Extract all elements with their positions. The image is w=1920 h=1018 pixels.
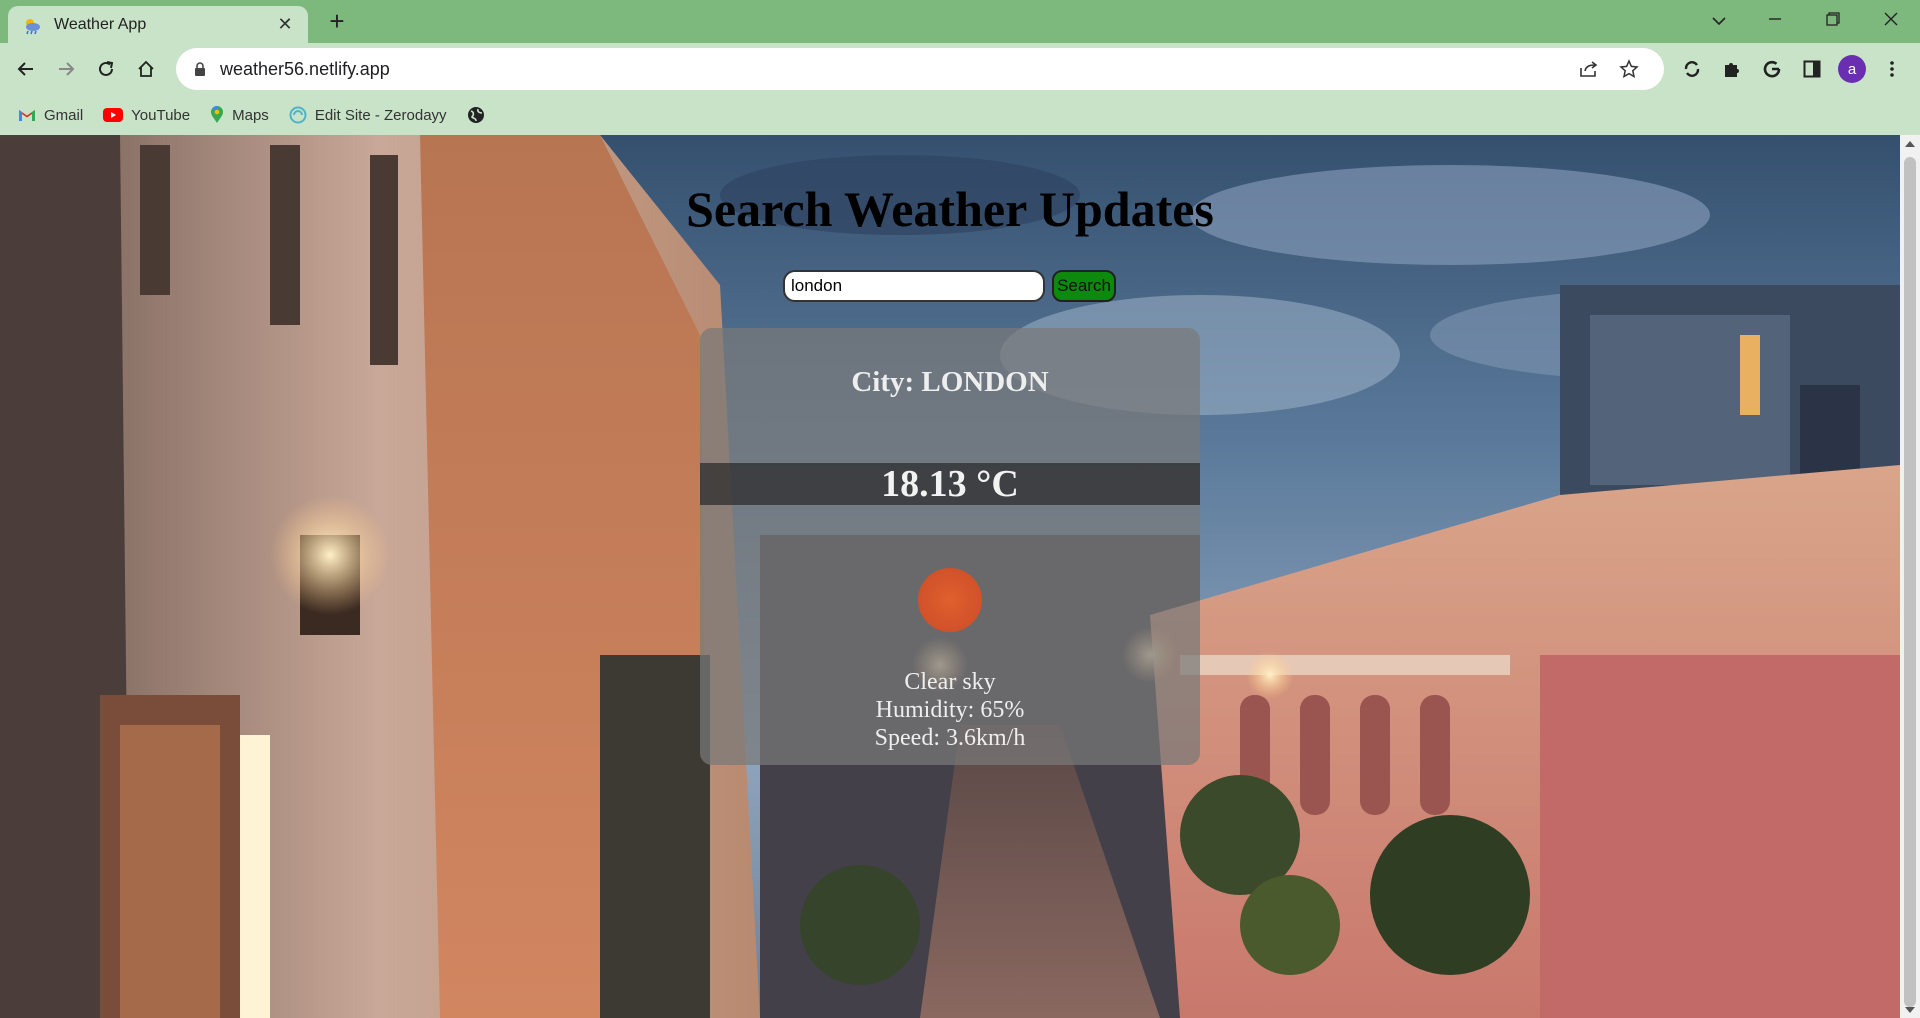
avatar: a bbox=[1838, 55, 1866, 83]
home-icon[interactable] bbox=[130, 53, 162, 85]
page-viewport: Search Weather Updates Search City: LOND… bbox=[0, 135, 1900, 1018]
forward-arrow-icon[interactable] bbox=[50, 53, 82, 85]
page-scrollbar[interactable] bbox=[1900, 135, 1920, 1018]
bookmark-label: Gmail bbox=[44, 106, 84, 124]
close-window-icon[interactable] bbox=[1868, 4, 1914, 36]
back-arrow-icon[interactable] bbox=[10, 53, 42, 85]
lock-icon[interactable] bbox=[194, 61, 206, 77]
address-bar[interactable]: weather56.netlify.app bbox=[176, 48, 1664, 90]
city-search-input[interactable] bbox=[783, 270, 1045, 302]
bookmark-gmail[interactable]: Gmail bbox=[18, 107, 83, 124]
search-row: Search bbox=[783, 270, 1116, 302]
side-panel-icon[interactable] bbox=[1796, 53, 1828, 85]
google-icon[interactable] bbox=[1756, 53, 1788, 85]
site-icon bbox=[289, 106, 307, 124]
bookmark-globe[interactable] bbox=[467, 106, 493, 124]
weather-card: City: LONDON 18.13 °C Clear sky Humidity… bbox=[700, 328, 1200, 765]
globe-icon bbox=[467, 107, 484, 123]
bookmark-edit-site[interactable]: Edit Site - Zerodayy bbox=[289, 106, 447, 124]
bookmark-youtube[interactable]: YouTube bbox=[103, 107, 190, 124]
youtube-icon bbox=[103, 108, 124, 122]
weather-details: Clear sky Humidity: 65% Speed: 3.6km/h bbox=[700, 668, 1200, 752]
minimize-icon[interactable] bbox=[1752, 4, 1798, 36]
condition-text: Clear sky bbox=[904, 669, 996, 695]
gmail-icon bbox=[19, 110, 35, 121]
scroll-thumb[interactable] bbox=[1904, 157, 1916, 1007]
tab-search-chevron-down-icon[interactable] bbox=[1696, 4, 1742, 36]
scroll-up-arrow-icon[interactable] bbox=[1905, 141, 1915, 147]
weather-favicon-icon bbox=[26, 18, 40, 34]
temperature-value: 18.13 °C bbox=[700, 463, 1200, 505]
sync-extension-icon[interactable] bbox=[1676, 53, 1708, 85]
bookmark-label: Edit Site - Zerodayy bbox=[314, 106, 447, 124]
maps-icon bbox=[211, 106, 224, 123]
city-label: City: LONDON bbox=[851, 366, 1049, 398]
tab-title: Weather App bbox=[54, 15, 147, 33]
wind-speed-text: Speed: 3.6km/h bbox=[874, 725, 1026, 751]
share-icon[interactable] bbox=[1572, 52, 1606, 86]
humidity-text: Humidity: 65% bbox=[875, 697, 1025, 723]
bookmark-label: Maps bbox=[232, 106, 269, 124]
extensions-puzzle-icon[interactable] bbox=[1716, 53, 1748, 85]
new-tab-button[interactable]: + bbox=[322, 7, 352, 37]
bookmark-star-icon[interactable] bbox=[1612, 52, 1646, 86]
tab-weather-app[interactable]: Weather App ✕ bbox=[8, 6, 308, 43]
bookmarks-bar: Gmail YouTube Maps Edit Site - Zerodayy bbox=[0, 95, 1920, 135]
browser-toolbar: weather56.netlify.app a bbox=[0, 43, 1920, 95]
restore-icon[interactable] bbox=[1810, 4, 1856, 36]
bookmark-maps[interactable]: Maps bbox=[210, 106, 269, 124]
menu-kebab-icon[interactable] bbox=[1876, 53, 1908, 85]
reload-icon[interactable] bbox=[90, 53, 122, 85]
url-text[interactable]: weather56.netlify.app bbox=[220, 59, 1566, 80]
close-tab-icon[interactable]: ✕ bbox=[274, 14, 296, 35]
profile-avatar[interactable]: a bbox=[1836, 53, 1868, 85]
tab-strip: Weather App ✕ + bbox=[0, 0, 1920, 43]
page-title: Search Weather Updates bbox=[686, 181, 1214, 237]
search-button[interactable]: Search bbox=[1052, 270, 1116, 302]
scroll-down-arrow-icon[interactable] bbox=[1905, 1007, 1915, 1013]
clear-sky-sun-icon bbox=[918, 568, 982, 632]
bookmark-label: YouTube bbox=[131, 106, 191, 124]
